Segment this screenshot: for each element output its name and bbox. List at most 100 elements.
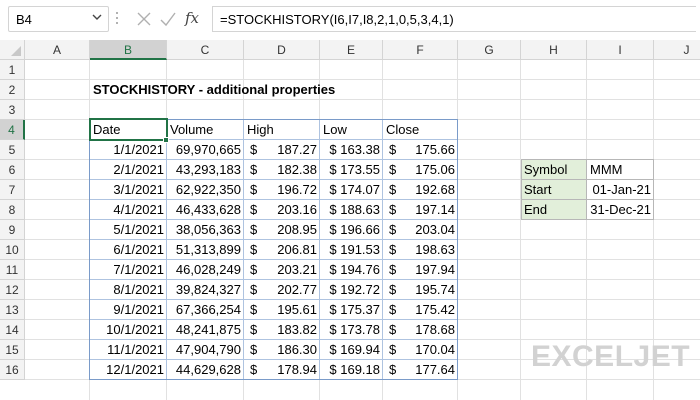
volume-cell[interactable]: 38,056,363: [167, 220, 244, 240]
date-cell[interactable]: 1/1/2021: [90, 140, 167, 160]
low-cell[interactable]: $ 173.55: [320, 160, 383, 180]
high-cell[interactable]: 195.61: [244, 300, 320, 320]
cancel-icon[interactable]: [134, 9, 154, 29]
high-cell[interactable]: 178.94: [244, 360, 320, 380]
column-header-a[interactable]: A: [25, 40, 90, 60]
column-header-i[interactable]: I: [587, 40, 654, 60]
volume-cell[interactable]: 46,028,249: [167, 260, 244, 280]
row-header-15[interactable]: 15: [0, 340, 25, 360]
row-header-16[interactable]: 16: [0, 360, 25, 380]
volume-cell[interactable]: 62,922,350: [167, 180, 244, 200]
row-header-3[interactable]: 3: [0, 100, 25, 120]
close-cell[interactable]: 177.64: [383, 360, 458, 380]
high-cell[interactable]: 206.81: [244, 240, 320, 260]
date-cell[interactable]: 10/1/2021: [90, 320, 167, 340]
date-cell[interactable]: 12/1/2021: [90, 360, 167, 380]
row-header-11[interactable]: 11: [0, 260, 25, 280]
volume-cell[interactable]: 39,824,327: [167, 280, 244, 300]
date-cell[interactable]: 11/1/2021: [90, 340, 167, 360]
date-cell[interactable]: 5/1/2021: [90, 220, 167, 240]
table-header-low[interactable]: Low: [320, 120, 347, 140]
volume-cell[interactable]: 43,293,183: [167, 160, 244, 180]
fill-handle[interactable]: [163, 137, 169, 143]
table-header-volume[interactable]: Volume: [167, 120, 213, 140]
chevron-down-icon[interactable]: [92, 12, 102, 22]
date-cell[interactable]: 9/1/2021: [90, 300, 167, 320]
close-cell[interactable]: 195.74: [383, 280, 458, 300]
volume-cell[interactable]: 44,629,628: [167, 360, 244, 380]
row-header-4[interactable]: 4: [0, 120, 25, 140]
date-cell[interactable]: 8/1/2021: [90, 280, 167, 300]
param-value-symbol[interactable]: MMM: [587, 160, 654, 180]
date-cell[interactable]: 7/1/2021: [90, 260, 167, 280]
date-cell[interactable]: 4/1/2021: [90, 200, 167, 220]
low-cell[interactable]: $ 175.37: [320, 300, 383, 320]
high-cell[interactable]: 203.21: [244, 260, 320, 280]
column-header-b[interactable]: B: [90, 40, 167, 60]
table-header-close[interactable]: Close: [383, 120, 419, 140]
param-value-end[interactable]: 31-Dec-21: [587, 200, 654, 220]
volume-cell[interactable]: 47,904,790: [167, 340, 244, 360]
row-header-14[interactable]: 14: [0, 320, 25, 340]
low-cell[interactable]: $ 163.38: [320, 140, 383, 160]
date-cell[interactable]: 6/1/2021: [90, 240, 167, 260]
low-cell[interactable]: $ 191.53: [320, 240, 383, 260]
close-cell[interactable]: 170.04: [383, 340, 458, 360]
volume-cell[interactable]: 48,241,875: [167, 320, 244, 340]
close-cell[interactable]: 203.04: [383, 220, 458, 240]
column-header-e[interactable]: E: [320, 40, 383, 60]
table-header-high[interactable]: High: [244, 120, 274, 140]
row-header-6[interactable]: 6: [0, 160, 25, 180]
row-header-7[interactable]: 7: [0, 180, 25, 200]
high-cell[interactable]: 202.77: [244, 280, 320, 300]
close-cell[interactable]: 175.66: [383, 140, 458, 160]
volume-cell[interactable]: 69,970,665: [167, 140, 244, 160]
low-cell[interactable]: $ 196.66: [320, 220, 383, 240]
low-cell[interactable]: $ 173.78: [320, 320, 383, 340]
row-header-12[interactable]: 12: [0, 280, 25, 300]
row-header-10[interactable]: 10: [0, 240, 25, 260]
param-value-start[interactable]: 01-Jan-21: [587, 180, 654, 200]
column-header-c[interactable]: C: [167, 40, 244, 60]
low-cell[interactable]: $ 169.18: [320, 360, 383, 380]
close-cell[interactable]: 192.68: [383, 180, 458, 200]
row-header-5[interactable]: 5: [0, 140, 25, 160]
row-header-8[interactable]: 8: [0, 200, 25, 220]
name-box[interactable]: B4: [8, 6, 109, 32]
close-cell[interactable]: 175.06: [383, 160, 458, 180]
volume-cell[interactable]: 67,366,254: [167, 300, 244, 320]
low-cell[interactable]: $ 188.63: [320, 200, 383, 220]
enter-check-icon[interactable]: [158, 9, 178, 29]
close-cell[interactable]: 178.68: [383, 320, 458, 340]
low-cell[interactable]: $ 192.72: [320, 280, 383, 300]
high-cell[interactable]: 187.27: [244, 140, 320, 160]
row-header-2[interactable]: 2: [0, 80, 25, 100]
row-header-9[interactable]: 9: [0, 220, 25, 240]
column-header-f[interactable]: F: [383, 40, 458, 60]
close-cell[interactable]: 198.63: [383, 240, 458, 260]
low-cell[interactable]: $ 194.76: [320, 260, 383, 280]
high-cell[interactable]: 203.16: [244, 200, 320, 220]
row-header-1[interactable]: 1: [0, 60, 25, 80]
high-cell[interactable]: 208.95: [244, 220, 320, 240]
high-cell[interactable]: 196.72: [244, 180, 320, 200]
insert-function-icon[interactable]: fx: [182, 9, 206, 29]
select-all-button[interactable]: [0, 40, 25, 60]
high-cell[interactable]: 186.30: [244, 340, 320, 360]
column-header-h[interactable]: H: [521, 40, 587, 60]
high-cell[interactable]: 183.82: [244, 320, 320, 340]
row-header-13[interactable]: 13: [0, 300, 25, 320]
column-header-g[interactable]: G: [458, 40, 521, 60]
volume-cell[interactable]: 46,433,628: [167, 200, 244, 220]
table-header-date[interactable]: Date: [90, 120, 120, 140]
close-cell[interactable]: 175.42: [383, 300, 458, 320]
formula-input[interactable]: =STOCKHISTORY(I6,I7,I8,2,1,0,5,3,4,1): [212, 6, 696, 32]
close-cell[interactable]: 197.14: [383, 200, 458, 220]
low-cell[interactable]: $ 169.94: [320, 340, 383, 360]
date-cell[interactable]: 3/1/2021: [90, 180, 167, 200]
date-cell[interactable]: 2/1/2021: [90, 160, 167, 180]
drag-handle-icon[interactable]: [116, 9, 119, 29]
volume-cell[interactable]: 51,313,899: [167, 240, 244, 260]
column-header-j[interactable]: J: [654, 40, 700, 60]
high-cell[interactable]: 182.38: [244, 160, 320, 180]
